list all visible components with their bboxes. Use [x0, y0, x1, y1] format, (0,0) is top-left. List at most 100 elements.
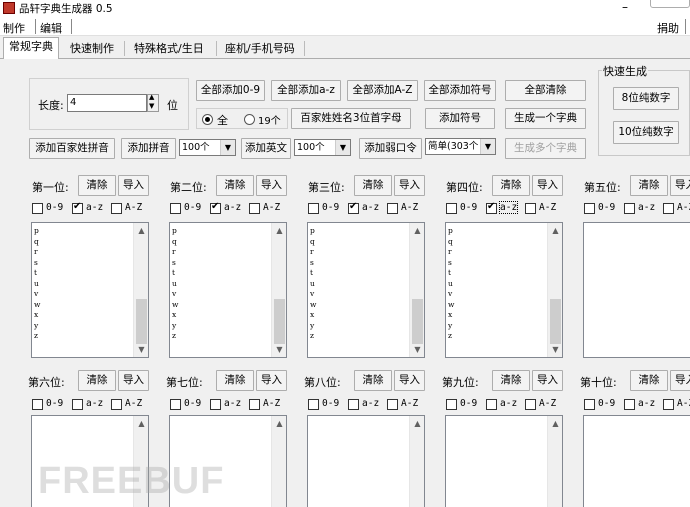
- list-item[interactable]: p: [310, 226, 316, 237]
- list-item[interactable]: z: [172, 331, 178, 342]
- position-fifth-0-9-checkbox[interactable]: [584, 203, 595, 214]
- add-all-symbols-button[interactable]: 全部添加符号: [424, 80, 496, 101]
- position-third-0-9-checkbox[interactable]: [308, 203, 319, 214]
- scrollbar[interactable]: ▲ ▼: [409, 223, 424, 357]
- list-item[interactable]: v: [172, 289, 178, 300]
- list-item[interactable]: s: [310, 258, 316, 269]
- list-item[interactable]: y: [448, 321, 454, 332]
- position-eighth-A-Z-checkbox[interactable]: [387, 399, 398, 410]
- list-item[interactable]: r: [34, 247, 40, 258]
- clear-all-button[interactable]: 全部清除: [505, 80, 586, 101]
- radio-19[interactable]: [244, 114, 255, 125]
- position-fifth-a-z-checkbox[interactable]: [624, 203, 635, 214]
- pinyin-count-select[interactable]: 100个 ▼: [179, 139, 236, 156]
- position-seventh-0-9-checkbox[interactable]: [170, 399, 181, 410]
- list-item[interactable]: w: [448, 300, 454, 311]
- list-item[interactable]: t: [310, 268, 316, 279]
- scroll-down-icon[interactable]: ▼: [134, 342, 148, 357]
- position-tenth-clear-button[interactable]: 清除: [630, 370, 668, 391]
- scroll-up-icon[interactable]: ▲: [272, 416, 286, 431]
- position-first-0-9-checkbox[interactable]: [32, 203, 43, 214]
- list-item[interactable]: s: [34, 258, 40, 269]
- position-third-a-z-checkbox[interactable]: [348, 201, 359, 214]
- list-item[interactable]: w: [172, 300, 178, 311]
- position-sixth-0-9-checkbox[interactable]: [32, 399, 43, 410]
- list-item[interactable]: q: [310, 237, 316, 248]
- menu-edit[interactable]: 编辑: [40, 20, 62, 36]
- list-item[interactable]: x: [172, 310, 178, 321]
- menu-donate[interactable]: 捐助: [657, 20, 679, 36]
- position-sixth-A-Z-checkbox[interactable]: [111, 399, 122, 410]
- list-item[interactable]: y: [34, 321, 40, 332]
- position-fifth-A-Z-checkbox[interactable]: [663, 203, 674, 214]
- scrollbar[interactable]: ▲: [547, 416, 562, 507]
- gen-8-digit-button[interactable]: 8位纯数字: [613, 87, 679, 110]
- list-item[interactable]: y: [172, 321, 178, 332]
- position-seventh-import-button[interactable]: 导入: [256, 370, 287, 391]
- position-first-import-button[interactable]: 导入: [118, 175, 149, 196]
- position-third-A-Z-checkbox[interactable]: [387, 203, 398, 214]
- chevron-down-icon[interactable]: ▼: [335, 140, 350, 155]
- add-all-A-Z-button[interactable]: 全部添加A-Z: [347, 80, 418, 101]
- position-fourth-clear-button[interactable]: 清除: [492, 175, 530, 196]
- scroll-up-icon[interactable]: ▲: [272, 223, 286, 238]
- position-first-a-z-checkbox[interactable]: [72, 201, 83, 214]
- add-weak-password-button[interactable]: 添加弱口令: [359, 138, 422, 159]
- list-item[interactable]: r: [172, 247, 178, 258]
- position-second-listbox[interactable]: p q r s t u v w x y z ▲ ▼: [169, 222, 287, 358]
- list-item[interactable]: v: [34, 289, 40, 300]
- position-seventh-a-z-checkbox[interactable]: [210, 399, 221, 410]
- position-fourth-listbox[interactable]: p q r s t u v w x y z ▲ ▼: [445, 222, 563, 358]
- scroll-up-icon[interactable]: ▲: [134, 416, 148, 431]
- weak-password-select[interactable]: 简单(303个 ▼: [425, 138, 496, 155]
- list-item[interactable]: q: [448, 237, 454, 248]
- list-item[interactable]: w: [310, 300, 316, 311]
- position-third-listbox[interactable]: p q r s t u v w x y z ▲ ▼: [307, 222, 425, 358]
- scroll-up-icon[interactable]: ▲: [548, 223, 562, 238]
- gen-10-digit-button[interactable]: 10位纯数字: [613, 121, 679, 144]
- generate-one-dict-button[interactable]: 生成一个字典: [505, 108, 586, 129]
- scrollbar[interactable]: ▲ ▼: [133, 223, 148, 357]
- position-third-clear-button[interactable]: 清除: [354, 175, 392, 196]
- position-fifth-import-button[interactable]: 导入: [670, 175, 690, 196]
- scroll-down-icon[interactable]: ▼: [548, 342, 562, 357]
- list-item[interactable]: q: [172, 237, 178, 248]
- length-input[interactable]: 4: [67, 94, 147, 112]
- minimize-button[interactable]: –: [622, 0, 628, 14]
- position-second-a-z-checkbox[interactable]: [210, 201, 221, 214]
- list-item[interactable]: v: [448, 289, 454, 300]
- list-item[interactable]: s: [448, 258, 454, 269]
- scrollbar[interactable]: ▲ ▼: [271, 223, 286, 357]
- add-all-0-9-button[interactable]: 全部添加0-9: [196, 80, 265, 101]
- list-item[interactable]: z: [310, 331, 316, 342]
- list-item[interactable]: t: [448, 268, 454, 279]
- position-ninth-A-Z-checkbox[interactable]: [525, 399, 536, 410]
- list-item[interactable]: w: [34, 300, 40, 311]
- position-second-clear-button[interactable]: 清除: [216, 175, 254, 196]
- surname-initials-button[interactable]: 百家姓姓名3位首字母: [291, 108, 411, 129]
- add-all-a-z-button[interactable]: 全部添加a-z: [271, 80, 341, 101]
- list-item[interactable]: r: [310, 247, 316, 258]
- position-ninth-clear-button[interactable]: 清除: [492, 370, 530, 391]
- position-fourth-0-9-checkbox[interactable]: [446, 203, 457, 214]
- position-ninth-listbox[interactable]: ▲: [445, 415, 563, 507]
- chevron-down-icon[interactable]: ▼: [220, 140, 235, 155]
- position-third-import-button[interactable]: 导入: [394, 175, 425, 196]
- add-pinyin-button[interactable]: 添加拼音: [121, 138, 176, 159]
- list-item[interactable]: s: [172, 258, 178, 269]
- position-first-clear-button[interactable]: 清除: [78, 175, 116, 196]
- list-item[interactable]: p: [448, 226, 454, 237]
- position-eighth-listbox[interactable]: ▲: [307, 415, 425, 507]
- list-item[interactable]: p: [172, 226, 178, 237]
- position-first-A-Z-checkbox[interactable]: [111, 203, 122, 214]
- position-tenth-A-Z-checkbox[interactable]: [663, 399, 674, 410]
- list-item[interactable]: x: [448, 310, 454, 321]
- list-item[interactable]: z: [34, 331, 40, 342]
- tab-phone-numbers[interactable]: 座机/手机号码: [219, 39, 301, 58]
- add-surname-pinyin-button[interactable]: 添加百家姓拼音: [29, 138, 115, 159]
- position-second-import-button[interactable]: 导入: [256, 175, 287, 196]
- radio-all[interactable]: [202, 114, 213, 125]
- list-item[interactable]: p: [34, 226, 40, 237]
- tab-quick-make[interactable]: 快速制作: [64, 39, 120, 58]
- tab-regular-dict[interactable]: 常规字典: [3, 37, 59, 59]
